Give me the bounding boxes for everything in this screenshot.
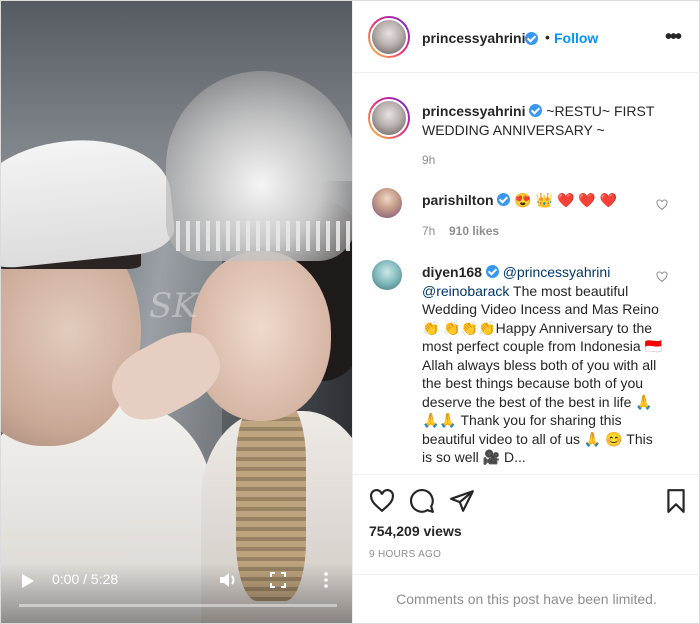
video-controls: 0:00 / 5:28 <box>1 563 352 623</box>
comments-list[interactable]: princessyahrini ~RESTU~ FIRST WEDDING AN… <box>353 74 700 474</box>
post-header: princessyahrini • Follow ••• <box>353 1 700 73</box>
caption-username[interactable]: princessyahrini <box>422 103 526 119</box>
paper-plane-icon[interactable] <box>449 488 475 514</box>
more-vertical-icon[interactable] <box>321 571 331 589</box>
play-icon[interactable] <box>21 573 35 589</box>
instagram-post-modal: SK 0:00 / 5:28 princessyahrini • Follow … <box>0 0 700 624</box>
volume-icon[interactable] <box>219 571 239 589</box>
follow-button[interactable]: Follow <box>554 30 598 46</box>
comment-username[interactable]: diyen168 <box>422 264 482 280</box>
video-time: 0:00 / 5:28 <box>52 571 119 587</box>
comment-like-heart-icon[interactable] <box>656 199 668 211</box>
comment-body: 😍 👑 ❤️ ❤️ ❤️ <box>514 192 618 208</box>
comment-text: parishilton 😍 👑 ❤️ ❤️ ❤️ <box>422 191 662 210</box>
comment-mention[interactable]: @reinobarack <box>422 283 509 299</box>
crown-beads <box>176 221 352 251</box>
avatar[interactable] <box>368 16 410 58</box>
comment-mention[interactable]: @princessyahrini <box>503 264 611 280</box>
comment-text: diyen168 @princessyahrini @reinobarack T… <box>422 263 662 467</box>
verified-badge-icon <box>525 32 538 45</box>
comment-body: The most beautiful Wedding Video Incess … <box>422 282 662 466</box>
caption-avatar[interactable] <box>368 97 410 139</box>
video-watermark: SK <box>149 286 198 326</box>
comment-bubble-icon[interactable] <box>409 488 435 514</box>
comment-likes[interactable]: 910 likes <box>449 224 499 238</box>
verified-badge-icon <box>485 265 499 278</box>
caption-time[interactable]: 9h <box>422 153 435 167</box>
commenter-avatar[interactable] <box>370 186 404 220</box>
post-timestamp[interactable]: 9 HOURS AGO <box>369 549 441 560</box>
comment-time[interactable]: 7h <box>422 224 435 238</box>
verified-badge-icon <box>497 193 511 206</box>
bookmark-icon[interactable] <box>663 488 689 514</box>
bride-face <box>191 251 331 421</box>
video-progress-bar[interactable] <box>19 604 337 607</box>
heart-icon[interactable] <box>369 488 395 514</box>
more-options-icon[interactable]: ••• <box>665 26 682 49</box>
view-count[interactable]: 754,209 views <box>369 523 462 539</box>
header-username[interactable]: princessyahrini <box>422 30 526 46</box>
post-actions: 754,209 views 9 HOURS AGO Comments on th… <box>353 474 700 624</box>
comment-like-heart-icon[interactable] <box>656 271 668 283</box>
video-player[interactable]: SK 0:00 / 5:28 <box>1 1 352 623</box>
comment-username[interactable]: parishilton <box>422 192 494 208</box>
post-side-panel: princessyahrini • Follow ••• princessyah… <box>352 1 700 624</box>
fullscreen-icon[interactable] <box>270 572 286 588</box>
caption-text: princessyahrini ~RESTU~ FIRST WEDDING AN… <box>422 102 687 139</box>
commenter-avatar[interactable] <box>370 258 404 292</box>
separator-dot: • <box>545 29 550 45</box>
verified-badge-icon <box>529 104 543 117</box>
comments-limited-notice: Comments on this post have been limited. <box>353 574 700 624</box>
